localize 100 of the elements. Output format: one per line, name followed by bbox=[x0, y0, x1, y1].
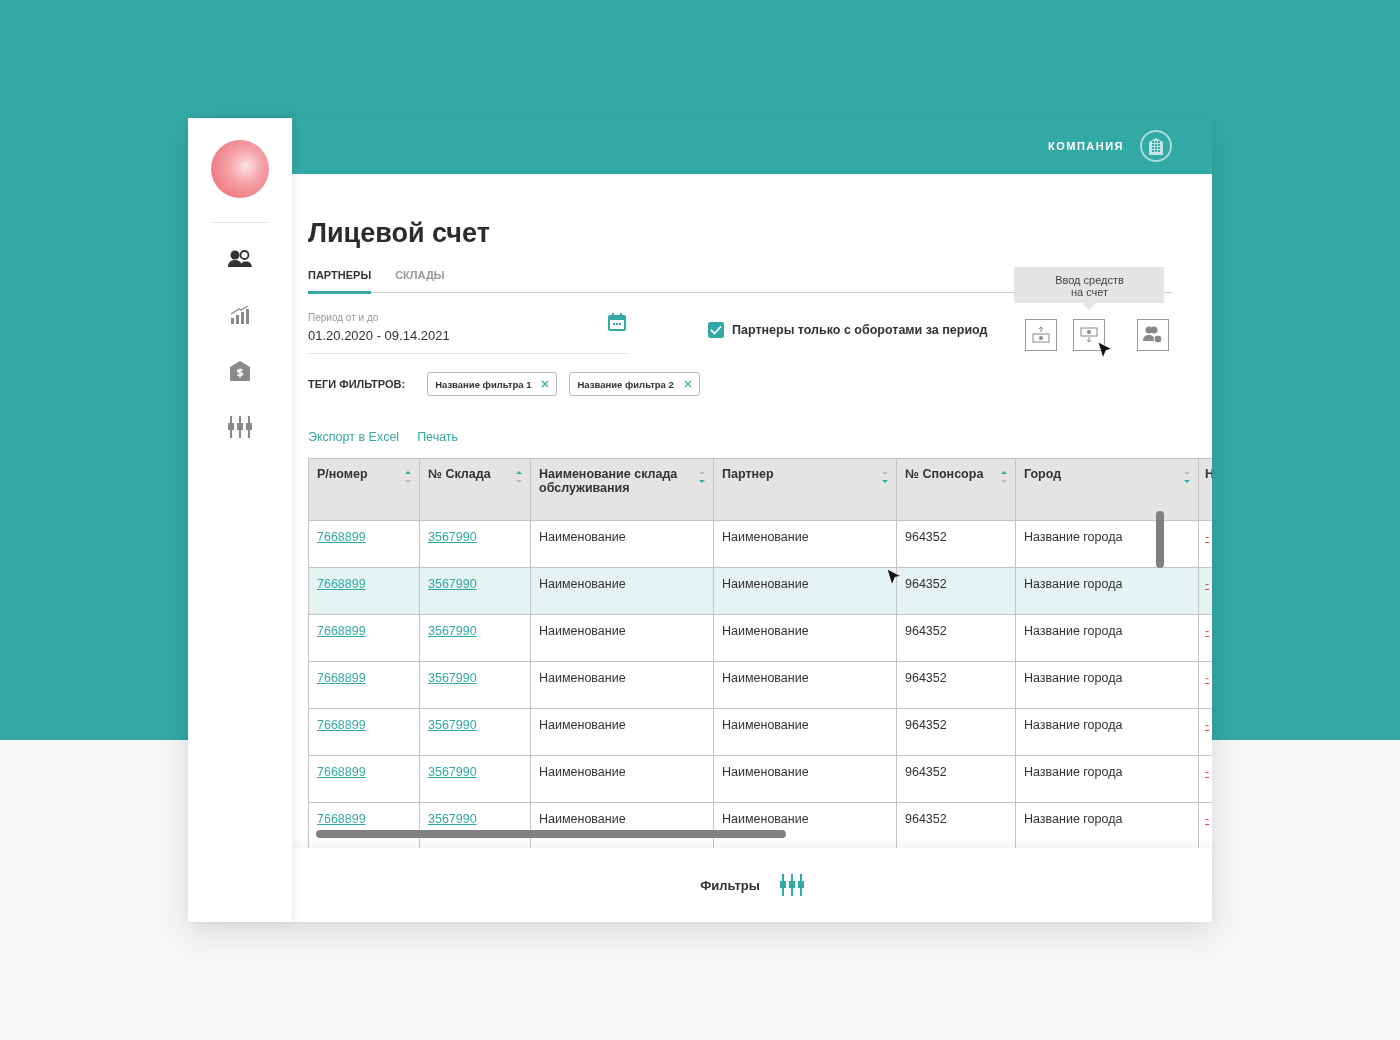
header-label: Наименование склада обслуживания bbox=[539, 467, 679, 495]
header-label: Партнер bbox=[722, 467, 774, 483]
column-header[interactable]: Р/номер bbox=[308, 458, 420, 521]
column-header[interactable]: Наименование склада обслуживания bbox=[530, 458, 714, 521]
cell-link[interactable]: 7668899 bbox=[317, 624, 366, 638]
cell-link[interactable]: - bbox=[1205, 577, 1210, 591]
cell-link[interactable]: 3567990 bbox=[428, 765, 477, 779]
sort-icon[interactable] bbox=[1000, 470, 1008, 484]
cell-link[interactable]: - bbox=[1205, 530, 1210, 544]
table-cell: Наименование bbox=[722, 718, 809, 732]
header-label: № Спонсора bbox=[905, 467, 984, 483]
people-coin-icon bbox=[1143, 326, 1164, 344]
table-cell: Наименование bbox=[722, 624, 809, 638]
column-header[interactable]: Город bbox=[1015, 458, 1199, 521]
column-header[interactable]: № Спонсора bbox=[896, 458, 1016, 521]
header-label: Город bbox=[1024, 467, 1062, 483]
scrollbar[interactable] bbox=[316, 830, 786, 838]
table-cell: 964352 bbox=[905, 718, 947, 732]
avatar[interactable] bbox=[211, 140, 269, 198]
calendar-icon[interactable] bbox=[608, 313, 626, 331]
cell-link[interactable]: - bbox=[1205, 718, 1210, 732]
cell-link[interactable]: 7668899 bbox=[317, 671, 366, 685]
sort-icon[interactable] bbox=[1183, 470, 1191, 484]
column-header[interactable]: № Склада bbox=[419, 458, 531, 521]
cell-link[interactable]: 3567990 bbox=[428, 530, 477, 544]
table-row[interactable]: 7668899 3567990 Наименование Наименование 964352 Название города - bbox=[308, 567, 1212, 615]
tag-label: Название фильтра 2 bbox=[577, 378, 674, 390]
cell-link[interactable]: 3567990 bbox=[428, 577, 477, 591]
sliders-icon bbox=[779, 874, 804, 896]
tag-label: Название фильтра 1 bbox=[435, 378, 532, 390]
table-row[interactable]: 7668899 3567990 Наименование Наименование 964352 Название города - bbox=[308, 755, 1212, 803]
table-row[interactable]: 7668899 3567990 Наименование Наименование 964352 Название города - bbox=[308, 520, 1212, 568]
table-row[interactable]: 7668899 3567990 Наименование Наименование 964352 Название города - bbox=[308, 708, 1212, 756]
sort-icon[interactable] bbox=[404, 470, 412, 484]
action-button[interactable] bbox=[1073, 319, 1106, 351]
filters-label: Фильтры bbox=[700, 877, 760, 893]
cell-link[interactable]: - bbox=[1205, 671, 1210, 685]
date-range-field[interactable]: Период от и до 01.20.2020 - 09.14.2021 bbox=[308, 312, 628, 354]
table-cell: 964352 bbox=[905, 671, 947, 685]
tooltip-pointer-icon bbox=[1082, 303, 1097, 310]
sliders-icon bbox=[228, 416, 252, 438]
table-cell: Наименование bbox=[539, 718, 626, 732]
cell-link[interactable]: - bbox=[1205, 812, 1210, 826]
cash-arrow-up-icon bbox=[1032, 327, 1051, 343]
table-cell: Наименование bbox=[539, 577, 626, 591]
table-cell: Наименование bbox=[539, 812, 626, 826]
cell-link[interactable]: 7668899 bbox=[317, 765, 366, 779]
table-cell: Название города bbox=[1024, 577, 1123, 591]
table-cell: 964352 bbox=[905, 624, 947, 638]
table-cell: Наименование bbox=[722, 577, 809, 591]
cell-link[interactable]: 7668899 bbox=[317, 812, 366, 826]
sort-icon[interactable] bbox=[698, 470, 706, 484]
column-header[interactable]: Партнер bbox=[713, 458, 897, 521]
cell-link[interactable]: 3567990 bbox=[428, 812, 477, 826]
table-cell: Наименование bbox=[539, 624, 626, 638]
link[interactable]: Экспорт в Excel bbox=[308, 430, 400, 444]
filters-button[interactable] bbox=[779, 874, 804, 896]
cell-link[interactable]: 7668899 bbox=[317, 718, 366, 732]
table-cell: Наименование bbox=[722, 812, 809, 826]
tags-label: ТЕГИ ФИЛЬТРОВ: bbox=[308, 378, 406, 390]
company-label: КОМПАНИЯ bbox=[1047, 140, 1124, 152]
field-label: Период от и до bbox=[308, 312, 380, 323]
checkbox[interactable] bbox=[708, 322, 724, 338]
table-cell: Название города bbox=[1024, 812, 1123, 826]
tab[interactable]: СКЛАДЫ bbox=[395, 269, 445, 294]
cell-link[interactable]: 3567990 bbox=[428, 671, 477, 685]
table-row[interactable]: 7668899 3567990 Наименование Наименование 964352 Название города - bbox=[308, 614, 1212, 662]
table-cell: 964352 bbox=[905, 765, 947, 779]
table-row[interactable]: 7668899 3567990 Наименование Наименование 964352 Название города - bbox=[308, 661, 1212, 709]
header-label: № Склада bbox=[428, 467, 491, 483]
table-cell: Название города bbox=[1024, 765, 1123, 779]
table-cell: Наименование bbox=[539, 671, 626, 685]
cell-link[interactable]: - bbox=[1205, 624, 1210, 638]
table-cell: Название города bbox=[1024, 530, 1123, 544]
link[interactable]: Печать bbox=[417, 430, 459, 444]
cursor-icon bbox=[1097, 341, 1114, 359]
table-cell: 964352 bbox=[905, 812, 947, 826]
tab[interactable]: ПАРТНЕРЫ bbox=[308, 269, 372, 294]
cell-link[interactable]: 7668899 bbox=[317, 530, 366, 544]
scrollbar[interactable] bbox=[1156, 511, 1164, 568]
table-cell: Название города bbox=[1024, 671, 1123, 685]
sort-icon[interactable] bbox=[881, 470, 889, 484]
cell-link[interactable]: 3567990 bbox=[428, 624, 477, 638]
page-title: Лицевой счет bbox=[308, 218, 490, 249]
close-button[interactable] bbox=[683, 380, 692, 388]
bar-chart-icon bbox=[230, 306, 250, 324]
cell-link[interactable]: 7668899 bbox=[317, 577, 366, 591]
company-button[interactable] bbox=[1140, 130, 1172, 162]
sort-icon[interactable] bbox=[515, 470, 523, 484]
cell-link[interactable]: 3567990 bbox=[428, 718, 477, 732]
header-label: Р/номер bbox=[317, 467, 368, 483]
table-cell: Наименование bbox=[722, 765, 809, 779]
field-value: 01.20.2020 - 09.14.2021 bbox=[308, 328, 450, 343]
house-dollar-icon bbox=[230, 361, 250, 381]
cash-arrow-down-icon bbox=[1080, 327, 1099, 343]
close-button[interactable] bbox=[541, 380, 550, 388]
checkbox-label: Партнеры только с оборотами за период bbox=[732, 323, 988, 337]
table-cell: Наименование bbox=[722, 530, 809, 544]
cell-link[interactable]: - bbox=[1205, 765, 1210, 779]
people-icon bbox=[228, 250, 252, 268]
